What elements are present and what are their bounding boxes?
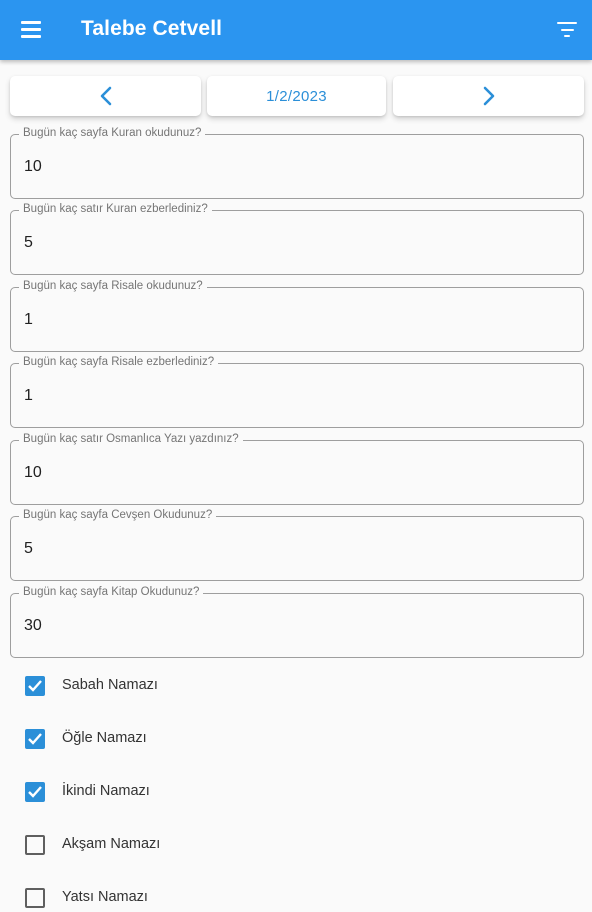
book-pages-read-field[interactable]: Bugün kaç sayfa Kitap Okudunuz? 30 [10, 586, 584, 658]
risale-pages-memorized-field[interactable]: Bugün kaç sayfa Risale ezberlediniz? 1 [10, 356, 584, 428]
date-navigation: 1/2/2023 [0, 60, 592, 122]
prayer-yatsi-checkbox-row[interactable]: Yatsı Namazı [24, 882, 324, 912]
field-value[interactable]: 5 [24, 540, 544, 558]
next-day-button[interactable] [393, 76, 584, 116]
app-bar: Talebe Cetvell [0, 0, 592, 60]
field-label: Bugün kaç sayfa Kitap Okudunuz? [19, 586, 204, 598]
risale-pages-read-field[interactable]: Bugün kaç sayfa Risale okudunuz? 1 [10, 280, 584, 352]
filter-icon[interactable] [552, 18, 582, 42]
field-label: Bugün kaç satır Kuran ezberlediniz? [19, 203, 212, 215]
field-value[interactable]: 10 [24, 158, 544, 176]
chevron-right-icon [483, 86, 494, 106]
checkbox-checked-icon[interactable] [25, 676, 45, 696]
field-value[interactable]: 1 [24, 387, 544, 405]
checkbox-label: Yatsı Namazı [62, 889, 148, 905]
field-value[interactable]: 1 [24, 311, 544, 329]
field-label: Bugün kaç sayfa Cevşen Okudunuz? [19, 509, 217, 521]
cevsen-pages-read-field[interactable]: Bugün kaç sayfa Cevşen Okudunuz? 5 [10, 509, 584, 581]
field-label: Bugün kaç sayfa Kuran okudunuz? [19, 127, 206, 139]
checkbox-label: Öğle Namazı [62, 730, 147, 746]
prayer-aksam-checkbox-row[interactable]: Akşam Namazı [24, 829, 324, 859]
field-value[interactable]: 10 [24, 464, 544, 482]
ottoman-lines-written-field[interactable]: Bugün kaç satır Osmanlıca Yazı yazdınız?… [10, 433, 584, 505]
prayer-ikindi-checkbox-row[interactable]: İkindi Namazı [24, 776, 324, 806]
field-label: Bugün kaç sayfa Risale okudunuz? [19, 280, 207, 292]
checkbox-label: Akşam Namazı [62, 836, 161, 852]
field-label: Bugün kaç sayfa Risale ezberlediniz? [19, 356, 219, 368]
current-date: 1/2/2023 [266, 87, 327, 105]
checkbox-checked-icon[interactable] [25, 729, 45, 749]
checkbox-unchecked-icon[interactable] [25, 835, 45, 855]
menu-icon[interactable] [18, 18, 46, 42]
checkbox-checked-icon[interactable] [25, 782, 45, 802]
chevron-left-icon [100, 86, 111, 106]
checkbox-unchecked-icon[interactable] [25, 888, 45, 908]
date-display-button[interactable]: 1/2/2023 [207, 76, 386, 116]
field-value[interactable]: 30 [24, 617, 544, 635]
field-value[interactable]: 5 [24, 234, 544, 252]
field-label: Bugün kaç satır Osmanlıca Yazı yazdınız? [19, 433, 243, 445]
previous-day-button[interactable] [10, 76, 201, 116]
checkbox-label: İkindi Namazı [62, 783, 150, 799]
prayer-sabah-checkbox-row[interactable]: Sabah Namazı [24, 670, 324, 700]
quran-lines-memorized-field[interactable]: Bugün kaç satır Kuran ezberlediniz? 5 [10, 203, 584, 275]
app-title: Talebe Cetvell [81, 17, 223, 40]
quran-pages-read-field[interactable]: Bugün kaç sayfa Kuran okudunuz? 10 [10, 127, 584, 199]
prayer-ogle-checkbox-row[interactable]: Öğle Namazı [24, 723, 324, 753]
checkbox-label: Sabah Namazı [62, 677, 158, 693]
